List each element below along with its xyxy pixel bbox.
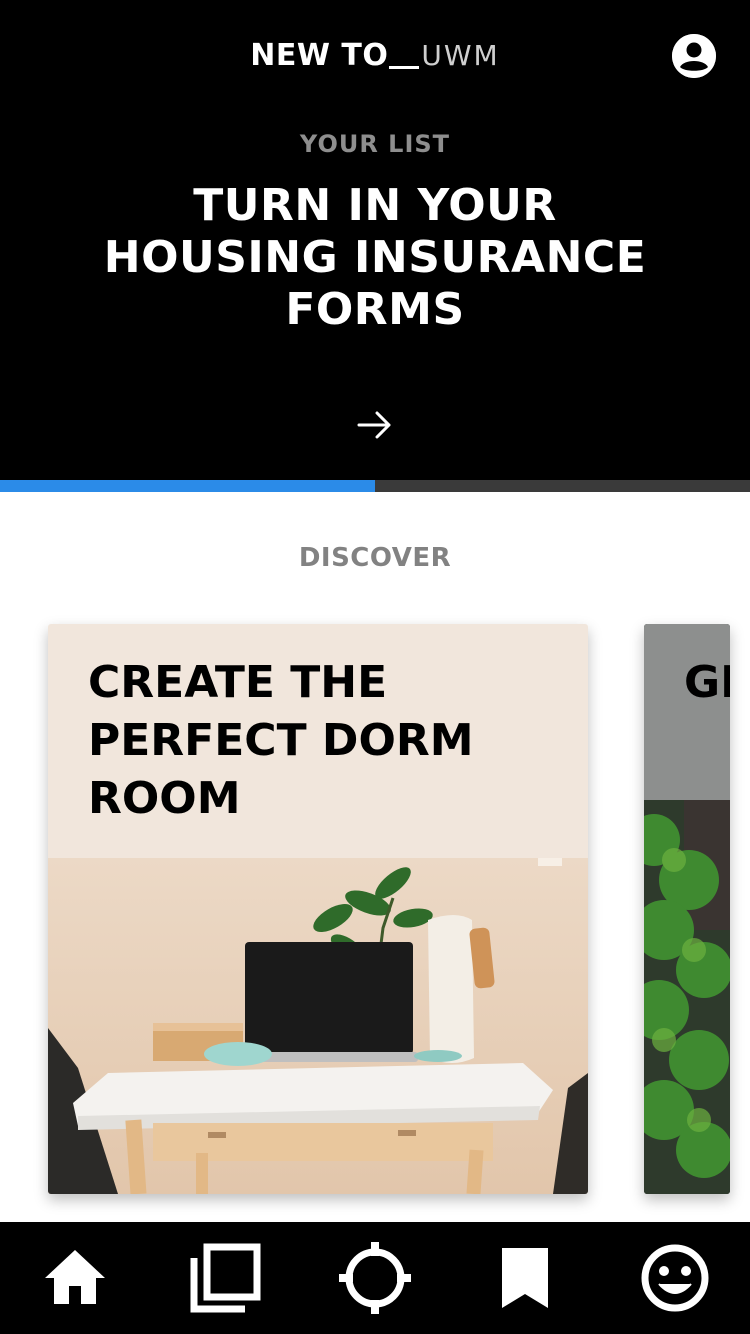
nav-profile-button[interactable] <box>639 1242 711 1314</box>
account-button[interactable] <box>672 34 716 78</box>
discover-card-dorm-room[interactable]: CREATE THE PERFECT DORM ROOM <box>48 624 588 1194</box>
app-root: NEW TO UWM YOUR LIST TURN IN YOUR HOUSING… <box>0 0 750 1334</box>
list-progress-bar <box>0 480 750 492</box>
discover-card-2-banner <box>644 624 730 800</box>
dorm-desk-photo <box>48 858 588 1194</box>
discover-card-title: CREATE THE PERFECT DORM ROOM <box>88 657 474 824</box>
app-brand: NEW TO UWM <box>0 38 750 74</box>
bottom-nav <box>0 1222 750 1334</box>
home-icon <box>45 1250 105 1304</box>
list-progress-fill <box>0 480 375 492</box>
locate-icon <box>339 1242 411 1314</box>
your-list-label: YOUR LIST <box>299 130 451 158</box>
arrow-right-icon <box>357 411 391 439</box>
account-circle-icon <box>672 34 716 78</box>
current-task-title[interactable]: TURN IN YOUR HOUSING INSURANCE FORMS <box>95 180 655 336</box>
nav-locate-button[interactable] <box>339 1242 411 1314</box>
smiley-icon <box>641 1244 709 1312</box>
discover-card-title: GI UI <box>684 657 730 708</box>
nav-bookmark-button[interactable] <box>489 1242 561 1314</box>
list-hero: NEW TO UWM YOUR LIST TURN IN YOUR HOUSING… <box>0 0 750 480</box>
campus-trees-photo <box>644 800 730 1194</box>
next-task-button[interactable] <box>355 405 395 445</box>
brand-light: UWM <box>388 39 499 72</box>
bookmark-icon <box>502 1248 548 1308</box>
discover-heading: DISCOVER <box>298 543 452 573</box>
brand-light-text: UWM <box>421 39 500 72</box>
library-icon <box>190 1243 261 1313</box>
discover-card-partial[interactable]: GI UI <box>644 624 730 1194</box>
nav-home-button[interactable] <box>39 1242 111 1314</box>
nav-library-button[interactable] <box>189 1242 261 1314</box>
brand-bold: NEW TO <box>250 38 389 73</box>
